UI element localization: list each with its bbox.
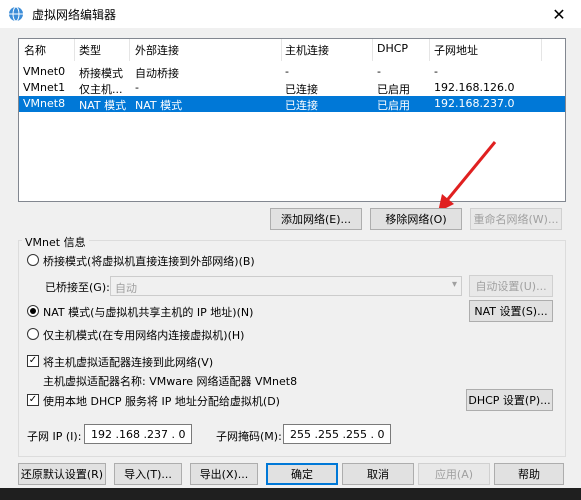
restore-defaults-button[interactable]: 还原默认设置(R): [18, 463, 106, 485]
chevron-down-icon: ▾: [451, 279, 457, 290]
subnet-ip-value: 192 .168 .237 . 0: [91, 428, 186, 441]
nat-mode-label[interactable]: NAT 模式(与虚拟机共享主机的 IP 地址)(N): [43, 304, 253, 320]
connect-adapter-checkbox[interactable]: ✓: [27, 355, 39, 367]
cell-host: -: [285, 65, 289, 78]
ok-button[interactable]: 确定: [266, 463, 338, 485]
cell-dhcp: 已启用: [377, 83, 410, 96]
close-button[interactable]: ✕: [537, 0, 581, 28]
cell-name: VMnet1: [23, 81, 66, 94]
cell-host: 已连接: [285, 83, 318, 96]
column-header-external[interactable]: 外部连接: [135, 42, 179, 58]
column-header-subnet[interactable]: 子网地址: [434, 42, 478, 58]
bridged-to-value: 自动: [115, 282, 137, 295]
subnet-ip-label: 子网 IP (I):: [27, 430, 82, 443]
annotation-arrow: [438, 141, 497, 212]
subnet-mask-input[interactable]: 255 .255 .255 . 0: [283, 424, 391, 444]
rename-network-button[interactable]: 重命名网络(W)...: [470, 208, 562, 230]
connect-adapter-label[interactable]: 将主机虚拟适配器连接到此网络(V): [43, 354, 213, 370]
window-title: 虚拟网络编辑器: [32, 8, 117, 22]
bridged-to-select[interactable]: 自动 ▾: [110, 276, 462, 296]
column-header-name[interactable]: 名称: [24, 42, 46, 58]
export-button[interactable]: 导出(X)...: [190, 463, 258, 485]
cell-type: 桥接模式: [79, 67, 123, 80]
subnet-mask-value: 255 .255 .255 . 0: [290, 428, 385, 441]
column-header-type[interactable]: 类型: [79, 42, 101, 58]
cell-name: VMnet8: [23, 97, 66, 110]
add-network-button[interactable]: 添加网络(E)...: [270, 208, 362, 230]
close-icon: ✕: [552, 4, 566, 24]
title-bar: 虚拟网络编辑器 ✕: [0, 0, 581, 28]
apply-button[interactable]: 应用(A): [418, 463, 490, 485]
column-header-dhcp[interactable]: DHCP: [377, 42, 408, 55]
dhcp-settings-button[interactable]: DHCP 设置(P)...: [466, 389, 553, 411]
cell-subnet: 192.168.237.0: [434, 97, 515, 110]
bridge-mode-radio[interactable]: [27, 254, 39, 266]
remove-network-button[interactable]: 移除网络(O): [370, 208, 462, 230]
nat-mode-radio[interactable]: [27, 305, 39, 317]
host-only-radio[interactable]: [27, 328, 39, 340]
import-button[interactable]: 导入(T)...: [114, 463, 182, 485]
cell-type: 仅主机...: [79, 83, 123, 96]
cell-name: VMnet0: [23, 65, 66, 78]
globe-icon: [9, 6, 23, 22]
table-row-selected[interactable]: VMnet8 NAT 模式 NAT 模式 已连接 已启用 192.168.237…: [19, 96, 565, 112]
cell-dhcp: -: [377, 65, 381, 78]
background-strip: [0, 488, 581, 500]
cell-type: NAT 模式: [79, 99, 127, 112]
column-header-host[interactable]: 主机连接: [285, 42, 329, 58]
virtual-network-editor-window: 虚拟网络编辑器 ✕ 名称 类型 外部连接 主机连接 DHCP 子网地址 VMne…: [0, 0, 581, 500]
cancel-button[interactable]: 取消: [342, 463, 414, 485]
table-row[interactable]: VMnet0 桥接模式 自动桥接 - - -: [19, 64, 565, 80]
cell-dhcp: 已启用: [377, 99, 410, 112]
adapter-name-text: 主机虚拟适配器名称: VMware 网络适配器 VMnet8: [43, 375, 298, 388]
vmnet-info-label: VMnet 信息: [22, 234, 89, 250]
auto-settings-button[interactable]: 自动设置(U)...: [469, 275, 553, 297]
list-header: 名称 类型 外部连接 主机连接 DHCP 子网地址: [19, 39, 565, 61]
cell-external: 自动桥接: [135, 67, 179, 80]
subnet-mask-label: 子网掩码(M):: [216, 430, 282, 443]
cell-subnet: -: [434, 65, 438, 78]
bridged-to-label: 已桥接至(G):: [45, 281, 110, 294]
bridge-mode-label[interactable]: 桥接模式(将虚拟机直接连接到外部网络)(B): [43, 253, 255, 269]
cell-external: NAT 模式: [135, 99, 183, 112]
use-dhcp-label[interactable]: 使用本地 DHCP 服务将 IP 地址分配给虚拟机(D): [43, 393, 280, 409]
cell-external: -: [135, 81, 139, 94]
host-only-label[interactable]: 仅主机模式(在专用网络内连接虚拟机)(H): [43, 327, 244, 343]
subnet-ip-input[interactable]: 192 .168 .237 . 0: [84, 424, 192, 444]
use-dhcp-checkbox[interactable]: ✓: [27, 394, 39, 406]
table-row[interactable]: VMnet1 仅主机... - 已连接 已启用 192.168.126.0: [19, 80, 565, 96]
cell-subnet: 192.168.126.0: [434, 81, 515, 94]
help-button[interactable]: 帮助: [494, 463, 564, 485]
nat-settings-button[interactable]: NAT 设置(S)...: [469, 300, 553, 322]
cell-host: 已连接: [285, 99, 318, 112]
